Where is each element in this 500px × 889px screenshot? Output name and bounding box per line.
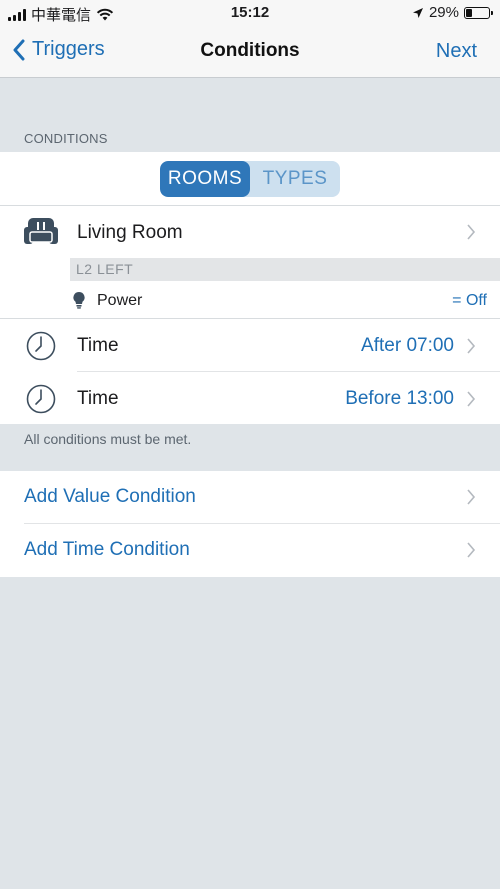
battery-percent: 29% <box>428 4 459 21</box>
status-bar: 中華電信 15:12 29% <box>0 0 500 26</box>
conditions-footer-note: All conditions must be met. <box>24 431 192 447</box>
time-condition-row[interactable]: Time After 07:00 <box>0 319 500 372</box>
rooms-types-segmented-control: ROOMS TYPES <box>160 161 340 197</box>
segment-types[interactable]: TYPES <box>250 161 340 197</box>
action-label: Add Time Condition <box>24 539 190 560</box>
device-value: = Off <box>452 292 487 309</box>
time-conditions: Time After 07:00 Time Before 13:00 <box>0 318 500 424</box>
action-label: Add Value Condition <box>24 486 196 507</box>
page-title: Conditions <box>200 40 300 61</box>
device-label: Power <box>97 292 143 309</box>
device-condition-row[interactable]: Power = Off <box>0 286 500 318</box>
time-condition-row[interactable]: Time Before 13:00 <box>0 372 500 425</box>
chevron-right-icon <box>467 338 476 354</box>
chevron-right-icon <box>467 542 476 558</box>
navigation-bar: Triggers Conditions Next <box>0 26 500 78</box>
segment-rooms[interactable]: ROOMS <box>160 161 250 197</box>
next-button[interactable]: Next <box>436 40 477 63</box>
chevron-right-icon <box>467 391 476 407</box>
room-group-header: L2 LEFT <box>70 258 500 281</box>
location-arrow-icon <box>412 7 423 18</box>
chevron-right-icon <box>467 489 476 505</box>
segment-area: ROOMS TYPES <box>0 152 500 206</box>
room-row[interactable]: Living Room <box>0 206 500 258</box>
time-label: Time <box>77 388 119 409</box>
battery-nub <box>491 10 493 15</box>
add-value-condition-button[interactable]: Add Value Condition <box>0 471 500 524</box>
lightbulb-icon <box>73 291 85 309</box>
status-right: 29% <box>412 4 493 21</box>
battery-fill <box>466 8 472 17</box>
sofa-icon <box>24 218 58 244</box>
section-label: CONDITIONS <box>24 131 108 146</box>
add-condition-actions: Add Value Condition Add Time Condition <box>0 471 500 577</box>
chevron-right-icon <box>467 224 476 240</box>
clock-icon <box>26 384 56 414</box>
battery-icon <box>464 6 493 19</box>
room-name: Living Room <box>77 222 183 243</box>
time-value: After 07:00 <box>361 335 454 356</box>
time-value: Before 13:00 <box>345 388 454 409</box>
time-label: Time <box>77 335 119 356</box>
room-condition[interactable]: Living Room L2 LEFT Power = Off <box>0 206 500 318</box>
clock-icon <box>26 331 56 361</box>
add-time-condition-button[interactable]: Add Time Condition <box>0 524 500 577</box>
